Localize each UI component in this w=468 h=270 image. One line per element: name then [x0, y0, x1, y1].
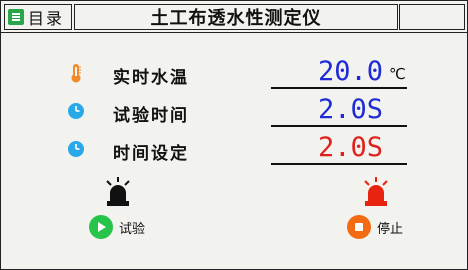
menu-label: 目录 — [28, 9, 65, 28]
water-temperature-label: 实时水温 — [113, 68, 189, 88]
temperature-unit: ℃ — [389, 65, 406, 83]
play-icon — [89, 215, 113, 239]
title-box: 土工布透水性测定仪 — [74, 4, 398, 30]
test-time-value: 2.0S — [317, 94, 383, 125]
time-setting-input[interactable]: 2.0S — [271, 133, 407, 165]
menu-icon — [8, 9, 24, 25]
water-temperature-value: 20.0 — [317, 56, 383, 87]
time-setting-value[interactable]: 2.0S — [318, 133, 383, 163]
thermometer-icon — [71, 64, 81, 83]
test-button-label: 试验 — [119, 221, 146, 237]
stop-button[interactable]: 停止 — [347, 215, 403, 239]
test-time-display: 2.0S — [271, 94, 407, 127]
app-window: 目录 土工布透水性测定仪 实时水温 20.0 ℃ 试验时间 2.0S 时间设定 … — [0, 0, 468, 270]
water-temperature-display: 20.0 — [271, 56, 407, 89]
alarm-lamp-icon — [364, 177, 388, 206]
alarm-lamp-icon — [106, 177, 130, 206]
time-setting-label: 时间设定 — [113, 144, 189, 164]
clock-icon — [68, 103, 84, 119]
row-time-setting: 时间设定 2.0S — [1, 133, 467, 165]
stop-button-label: 停止 — [377, 221, 404, 237]
menu-button[interactable]: 目录 — [4, 4, 72, 30]
row-test-time: 试验时间 2.0S — [1, 94, 467, 127]
clock-icon — [68, 141, 84, 157]
row-water-temperature: 实时水温 20.0 ℃ — [1, 56, 467, 89]
test-time-label: 试验时间 — [113, 106, 189, 126]
stop-icon — [347, 215, 371, 239]
page-title: 土工布透水性测定仪 — [150, 8, 322, 29]
test-button[interactable]: 试验 — [89, 215, 145, 239]
header-right-panel — [399, 4, 465, 30]
header-bar: 目录 土工布透水性测定仪 — [1, 1, 467, 33]
